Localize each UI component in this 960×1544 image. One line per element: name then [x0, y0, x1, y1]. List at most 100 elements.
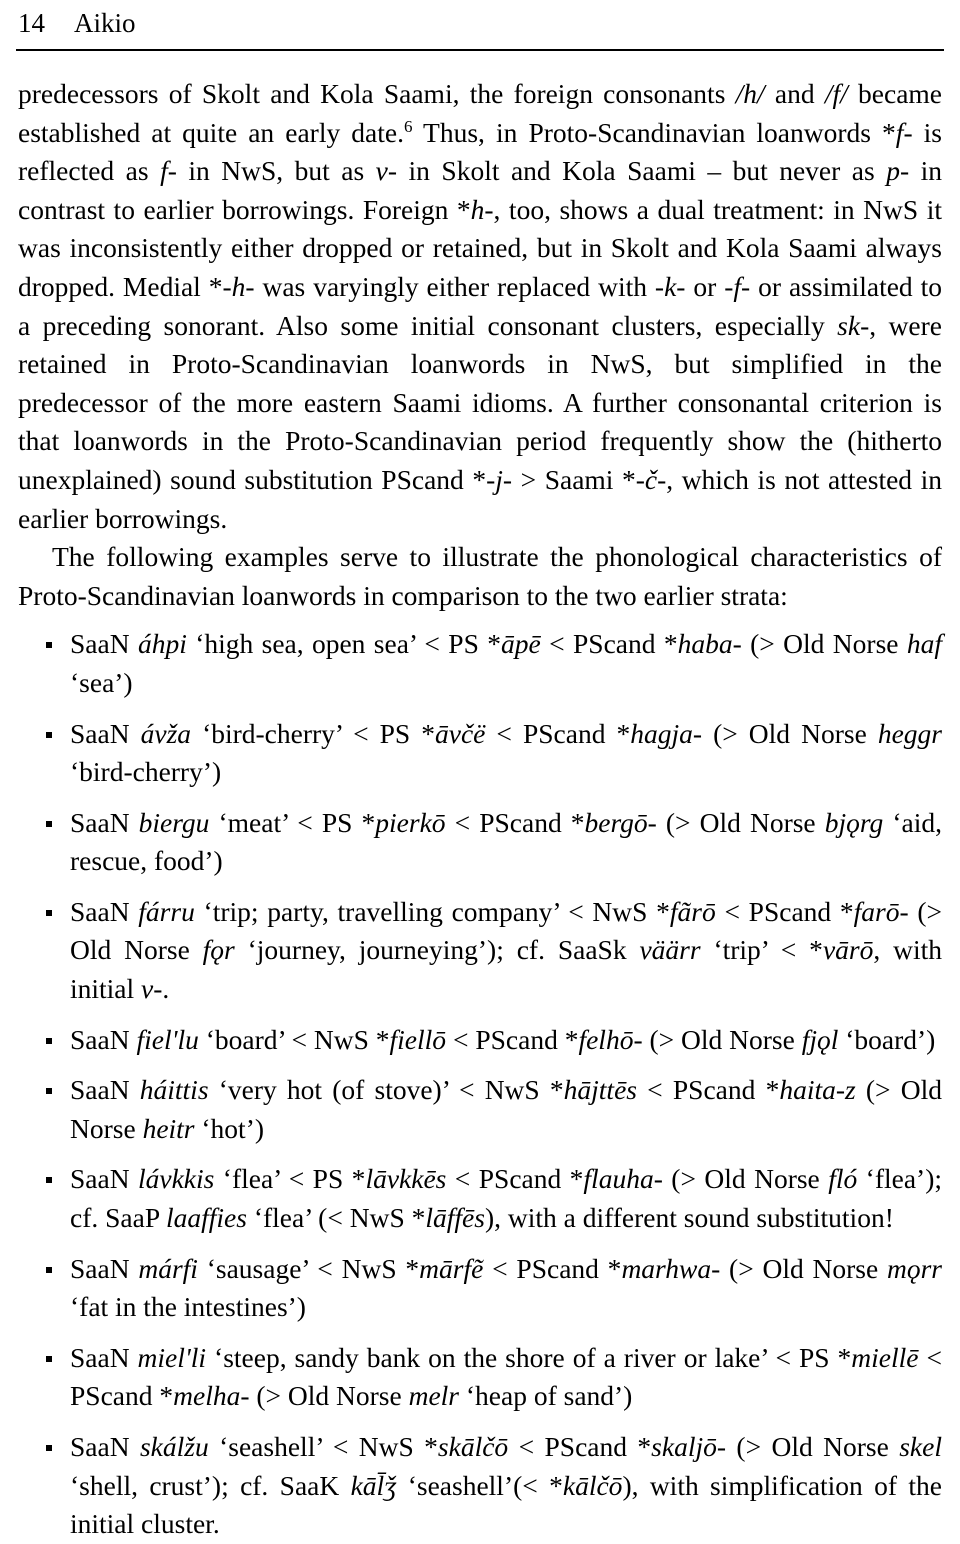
example-term-italic: miel'li — [137, 1341, 207, 1373]
example-text: ‘flea’ (< NwS * — [246, 1202, 426, 1234]
example-term-italic: skaljō — [651, 1431, 717, 1462]
list-item: SaaN miel'li ‘steep, sandy bank on the s… — [18, 1339, 942, 1416]
example-term-italic: miellē — [851, 1341, 919, 1373]
example-text: SaaN — [70, 1023, 137, 1055]
example-text: < PScand * — [540, 628, 678, 660]
example-text: -. — [153, 973, 170, 1005]
example-term-italic: v — [141, 973, 154, 1005]
example-text: ‘bird-cherry’ < PS * — [191, 717, 435, 749]
example-text: ‘shell, crust’); cf. SaaK — [70, 1469, 351, 1501]
example-text: SaaN — [70, 717, 141, 749]
example-term-italic: kālčō — [562, 1469, 623, 1501]
example-term-italic: bjǫrg — [824, 806, 884, 838]
example-term-italic: farō — [853, 895, 900, 927]
example-term-italic: fiel'lu — [136, 1023, 199, 1055]
example-term-italic: márfi — [138, 1252, 198, 1284]
p1-run-6: - in NwS, but as — [167, 155, 376, 187]
example-term-italic: skālčō — [437, 1431, 509, 1462]
example-term-italic: marhwa — [621, 1252, 712, 1284]
example-text: ‘flea’ < PS * — [214, 1163, 366, 1195]
p1-italic-12: j — [495, 463, 503, 495]
list-item: SaaN skálžu ‘seashell’ < NwS *skālčō < P… — [18, 1428, 942, 1544]
example-term-italic: āvčë — [435, 717, 486, 749]
example-text: SaaN — [70, 1163, 138, 1195]
running-head: 14 Aikio — [12, 0, 948, 37]
example-text: ), with a different sound substitution! — [484, 1202, 894, 1234]
p1-run-1: predecessors of Skolt and Kola Saami, th… — [18, 78, 736, 109]
example-text: ‘sausage’ < NwS * — [197, 1252, 420, 1284]
example-text: ‘trip; party, travelling company’ < NwS … — [194, 895, 670, 927]
paragraph-consonant-criteria: predecessors of Skolt and Kola Saami, th… — [18, 75, 942, 538]
example-text: SaaN — [70, 1341, 138, 1373]
example-term-italic: mārfẽ — [419, 1252, 484, 1284]
p1-italic-1: /h/ — [735, 78, 765, 109]
list-item: SaaN ávža ‘bird-cherry’ < PS *āvčë < PSc… — [18, 715, 942, 792]
example-term-italic: heitr — [142, 1112, 195, 1144]
p1-italic-8: h — [231, 270, 246, 302]
example-term-italic: āpē — [501, 628, 541, 660]
example-text: SaaN — [70, 1252, 139, 1284]
page-body: predecessors of Skolt and Kola Saami, th… — [12, 75, 948, 1544]
list-item: SaaN áhpi ‘high sea, open sea’ < PS *āpē… — [18, 625, 942, 702]
example-text: - (> Old Norse — [711, 1252, 887, 1284]
paragraph-following-examples: The following examples serve to illustra… — [18, 541, 942, 611]
example-term-italic: melr — [408, 1380, 460, 1412]
example-text: ‘trip’ < * — [700, 934, 823, 966]
example-text: < PScand * — [445, 806, 585, 838]
example-text: SaaN — [70, 806, 139, 838]
example-term-italic: flauha — [583, 1163, 654, 1195]
example-text: ‘bird-cherry’) — [70, 756, 222, 788]
p1-run-11: - or - — [676, 270, 734, 302]
example-text: ‘seashell’(< * — [396, 1469, 563, 1501]
example-text: - (> Old Norse — [716, 1431, 900, 1462]
example-text: ‘seashell’ < NwS * — [208, 1431, 438, 1462]
p1-italic-6: p — [886, 155, 900, 187]
example-text: - (> Old Norse — [653, 1163, 829, 1195]
list-item: SaaN márfi ‘sausage’ < NwS *mārfẽ < PSca… — [18, 1250, 942, 1327]
p1-italic-7: h — [470, 193, 485, 225]
example-text: SaaN — [70, 895, 139, 927]
example-term-italic: hājttēs — [563, 1074, 637, 1106]
example-term-italic: haita-z — [779, 1074, 856, 1106]
example-text: ‘sea’) — [70, 666, 133, 698]
example-term-italic: melha — [173, 1380, 241, 1412]
example-text: ‘board’ < NwS * — [198, 1023, 390, 1055]
example-text: < PScand * — [485, 717, 631, 749]
example-term-italic: pierkō — [375, 806, 446, 838]
example-term-italic: bergō — [584, 806, 648, 838]
example-text: ‘fat in the intestines’) — [70, 1291, 306, 1323]
example-text: SaaN — [70, 628, 138, 660]
example-term-italic: haba — [677, 628, 733, 660]
example-text: SaaN — [70, 1431, 140, 1462]
example-text: ‘high sea, open sea’ < PS * — [186, 628, 502, 660]
example-term-italic: mǫrr — [886, 1252, 942, 1284]
p1-italic-10: f — [733, 270, 742, 302]
p1-run-14: - > Saami *- — [502, 463, 645, 495]
example-text: ‘steep, sandy bank on the shore of a riv… — [206, 1341, 852, 1373]
example-term-italic: ávža — [140, 717, 192, 749]
p1-run-7: - in Skolt and Kola Saami – but never as — [387, 155, 887, 187]
example-term-italic: fiellō — [389, 1023, 447, 1055]
p1-run-4: Thus, in Proto-Scandinavian loanwords * — [412, 116, 896, 148]
example-term-italic: biergu — [138, 806, 210, 838]
example-term-italic: fǫr — [202, 934, 235, 966]
p1-italic-13: č — [644, 463, 658, 495]
example-term-italic: lāvkkēs — [365, 1163, 447, 1195]
example-text: ‘board’) — [838, 1023, 936, 1055]
p1-italic-5: v — [375, 155, 388, 187]
example-term-italic: skel — [899, 1431, 942, 1462]
example-text: - (> Old Norse — [732, 628, 907, 660]
example-text: ‘hot’) — [194, 1112, 265, 1144]
header-rule — [16, 49, 944, 51]
example-term-italic: háittis — [139, 1074, 209, 1106]
example-text: < PScand * — [637, 1074, 780, 1106]
example-text: ‘meat’ < PS * — [209, 806, 376, 838]
example-term-italic: fjǫl — [801, 1023, 839, 1055]
list-item: SaaN biergu ‘meat’ < PS *pierkō < PScand… — [18, 804, 942, 881]
example-text: < PScand * — [446, 1023, 579, 1055]
list-item: SaaN lávkkis ‘flea’ < PS *lāvkkēs < PSca… — [18, 1160, 942, 1237]
list-item: SaaN fárru ‘trip; party, travelling comp… — [18, 893, 942, 1009]
p1-italic-4: f — [160, 155, 168, 187]
p1-italic-2: /f/ — [824, 78, 848, 109]
page-number: 14 — [18, 8, 45, 38]
